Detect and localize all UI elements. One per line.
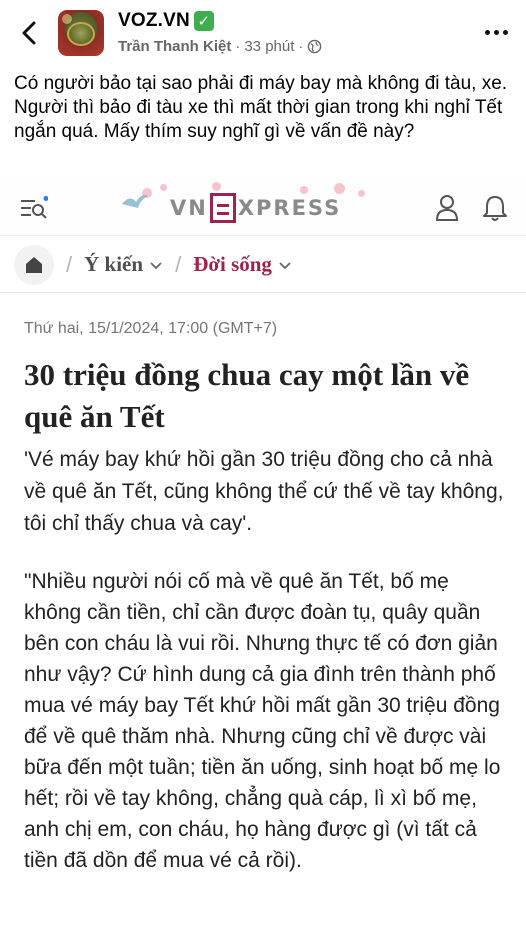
breadcrumb-label: Đời sống (193, 252, 272, 276)
article-screenshot[interactable]: VN XPRESS / Ý kiến / Đời sống Thứ hai, 1… (0, 180, 526, 932)
globe-icon (308, 39, 322, 54)
post-text: Có người bảo tại sao phải đi máy bay mà … (14, 73, 508, 142)
logo-e-mark (209, 193, 236, 223)
chevron-down-icon (150, 261, 162, 269)
page-name-row[interactable]: VOZ.VN ✓ (118, 10, 214, 32)
logo-right-text: XPRESS (237, 196, 342, 220)
user-icon[interactable] (434, 194, 460, 222)
bell-icon[interactable] (482, 194, 508, 222)
article-datetime: Thứ hai, 15/1/2024, 17:00 (GMT+7) (24, 320, 278, 337)
back-arrow-icon (22, 21, 36, 45)
breadcrumb-separator: / (175, 251, 182, 277)
vne-topbar: VN XPRESS (0, 180, 526, 236)
article-headline: 30 triệu đồng chua cay một lần về quê ăn… (24, 357, 470, 434)
author-name[interactable]: Trần Thanh Kiệt (118, 38, 231, 55)
more-dots-icon[interactable] (482, 20, 510, 44)
page-avatar[interactable] (58, 10, 104, 56)
chevron-down-icon (279, 261, 291, 269)
logo-left-text: VN (170, 196, 208, 220)
article-body: "Nhiều người nói cố mà về quê ăn Tết, bố… (24, 570, 501, 872)
bird-decoration (122, 194, 148, 208)
menu-search-icon[interactable] (20, 196, 48, 220)
breadcrumb-item-y-kien[interactable]: Ý kiến (84, 252, 163, 277)
breadcrumb-item-doi-song[interactable]: Đời sống (193, 252, 292, 277)
meta-separator-2: · (298, 38, 304, 55)
post-time[interactable]: 33 phút (244, 38, 294, 55)
home-button[interactable] (14, 244, 54, 285)
breadcrumb: / Ý kiến / Đời sống (0, 237, 526, 293)
home-icon (26, 256, 42, 273)
vnexpress-logo[interactable]: VN XPRESS (170, 193, 341, 223)
page-name[interactable]: VOZ.VN (118, 10, 190, 32)
meta-separator: · (235, 38, 241, 55)
article-lead: 'Vé máy bay khứ hồi gần 30 triệu đồng ch… (24, 448, 504, 535)
post-meta: Trần Thanh Kiệt · 33 phút · (118, 38, 322, 55)
breadcrumb-label: Ý kiến (84, 252, 144, 276)
verified-check-icon: ✓ (193, 11, 214, 31)
back-button[interactable] (14, 16, 44, 50)
post-header: VOZ.VN ✓ Trần Thanh Kiệt · 33 phút · (0, 0, 526, 66)
breadcrumb-separator: / (66, 251, 73, 277)
